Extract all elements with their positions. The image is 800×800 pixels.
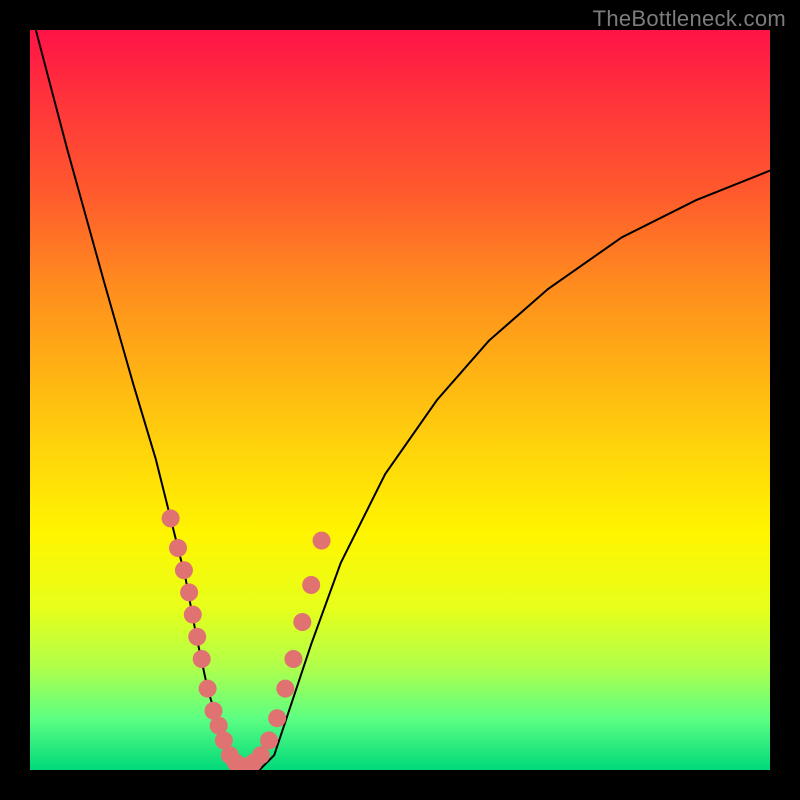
sample-dot	[184, 606, 202, 624]
plot-area	[30, 30, 770, 770]
sample-dot	[188, 628, 206, 646]
chart-frame: TheBottleneck.com	[0, 0, 800, 800]
watermark-text: TheBottleneck.com	[593, 6, 786, 32]
sample-dot	[293, 613, 311, 631]
sample-dot	[175, 561, 193, 579]
sample-dot	[199, 680, 217, 698]
sample-dot	[284, 650, 302, 668]
bottleneck-curve	[30, 30, 770, 770]
sample-dot	[260, 731, 278, 749]
sample-dot	[180, 583, 198, 601]
sample-dot	[193, 650, 211, 668]
sample-dot	[268, 709, 286, 727]
sample-dot	[313, 532, 331, 550]
sample-dot	[162, 509, 180, 527]
sample-dot	[276, 680, 294, 698]
sample-dots-group	[162, 509, 331, 770]
chart-svg	[30, 30, 770, 770]
sample-dot	[169, 539, 187, 557]
sample-dot	[302, 576, 320, 594]
